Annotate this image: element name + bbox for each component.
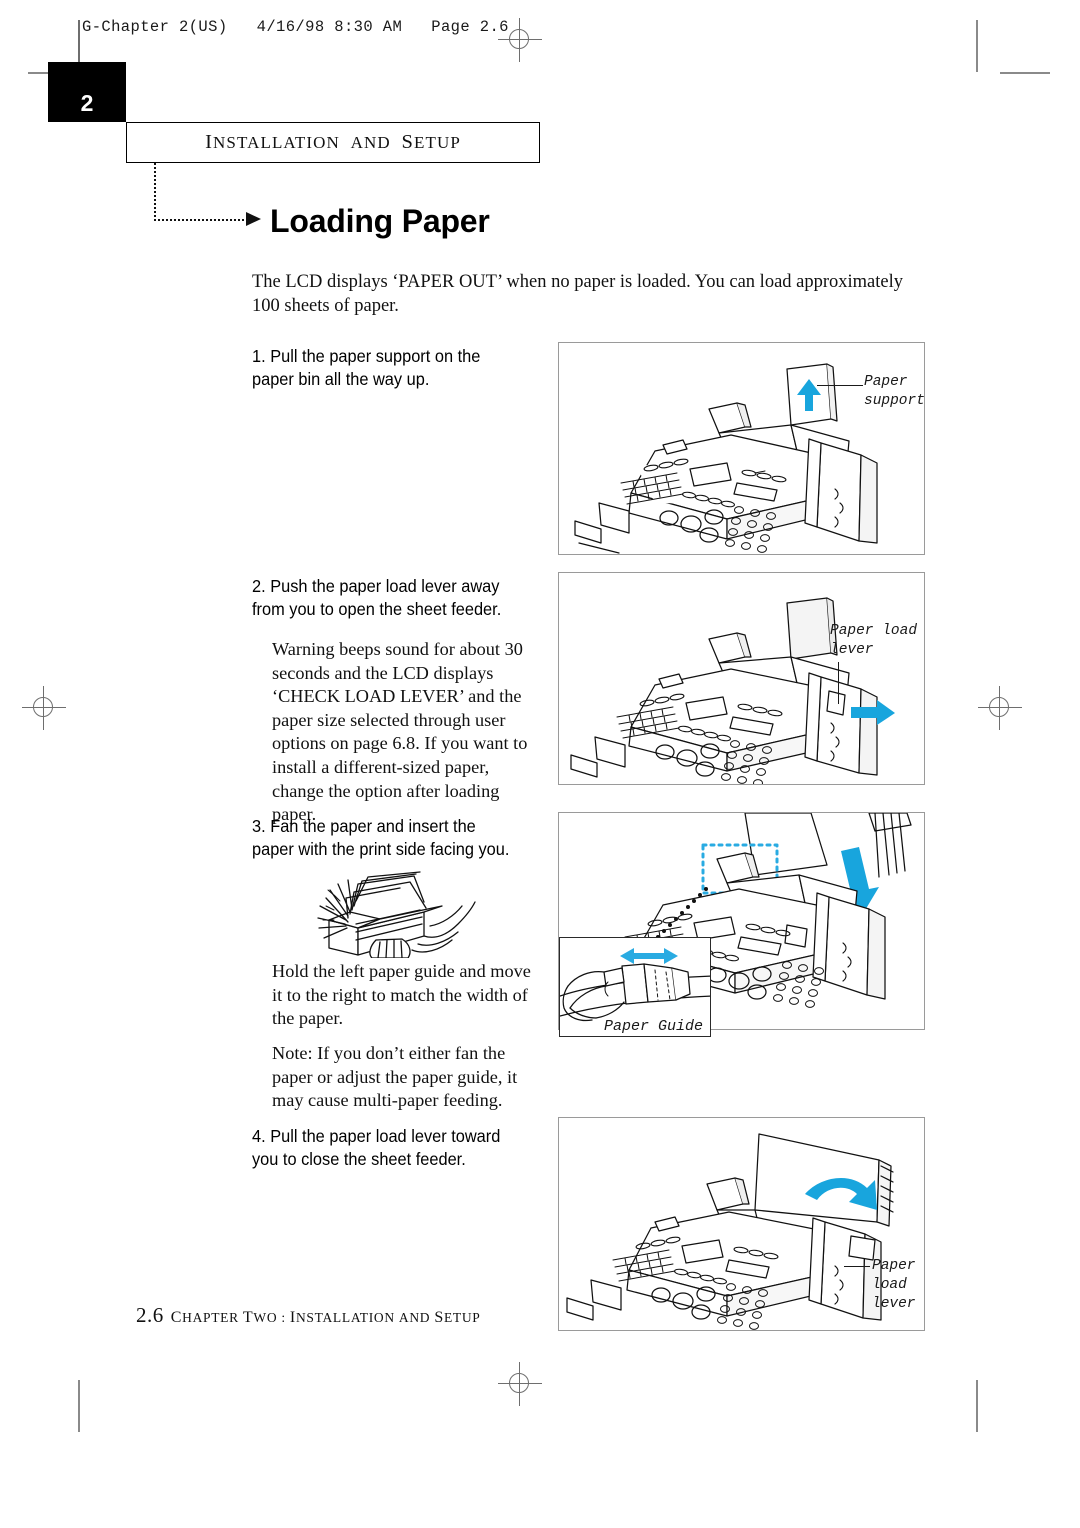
crop-mark-bottom-left-vertical — [78, 1380, 80, 1432]
step-3-body: Hold the left paper guide and move it to… — [272, 961, 531, 1029]
running-head-part2: AND — [350, 133, 391, 152]
chapter-tab: 2 — [48, 62, 126, 122]
step-4-number: 4. — [252, 1126, 266, 1146]
running-head-part1-rest: NSTALLATION — [213, 133, 340, 152]
page-footer: 2.6 CHAPTER TWO : INSTALLATION AND SETUP — [136, 1303, 481, 1328]
fan-paper-illustration — [296, 862, 476, 959]
title-leader-horizontal — [154, 219, 248, 221]
registration-mark-right — [978, 686, 1022, 730]
running-head-part3-rest: ETUP — [414, 133, 461, 152]
footer-chapter-line: CHAPTER TWO : INSTALLATION AND SETUP — [170, 1309, 481, 1326]
title-leader-vertical — [154, 163, 156, 221]
footer-c5-rest: ETUP — [443, 1310, 481, 1325]
step-3: 3. Fan the paper and insert the paper wi… — [252, 815, 522, 860]
crop-mark-top-right-horizontal — [1000, 72, 1050, 74]
figure-4-callout-leader-line — [844, 1266, 870, 1268]
step-2-text: Push the paper load lever away from you … — [252, 576, 502, 619]
step-2: 2. Push the paper load lever away from y… — [252, 575, 522, 620]
registration-mark-left — [22, 686, 66, 730]
footer-colon: : — [281, 1310, 286, 1325]
running-head-part3-cap: S — [401, 131, 414, 153]
figure-1-callout-leader-line — [817, 385, 863, 387]
footer-folio: 2.6 — [136, 1303, 164, 1327]
step-1-text: Pull the paper support on the paper bin … — [252, 346, 481, 389]
print-slug: G-Chapter 2(US) 4/16/98 8:30 AM Page 2.6 — [82, 18, 509, 36]
footer-c1-rest: HAPTER — [182, 1310, 239, 1325]
figure-2-callout-leader-line — [838, 662, 840, 704]
figure-4-callout-paper-load-lever: Paper load lever — [872, 1258, 916, 1312]
chapter-number: 2 — [80, 90, 94, 116]
intro-paragraph: The LCD displays ‘PAPER OUT’ when no pap… — [252, 272, 904, 316]
footer-c4: AND — [398, 1310, 431, 1325]
figure-panel-2 — [558, 572, 925, 785]
figure-panel-4 — [558, 1117, 925, 1331]
step-2-number: 2. — [252, 576, 266, 596]
figure-3-inset-callout-paper-guide: Paper Guide — [604, 1018, 704, 1035]
footer-c5-cap: S — [434, 1309, 444, 1326]
step-2-body: Warning beeps sound for about 30 seconds… — [272, 639, 528, 825]
registration-mark-bottom — [498, 1362, 542, 1406]
step-3-number: 3. — [252, 816, 266, 836]
running-head-part1-cap: I — [205, 131, 214, 153]
figure-1-callout-paper-support: Paper support — [864, 374, 925, 409]
step-3-note: Note: If you don’t either fan the paper … — [272, 1043, 518, 1111]
running-head-text: INSTALLATION AND SETUP — [205, 131, 461, 154]
figure-2-callout-paper-load-lever: Paper load lever — [830, 623, 918, 658]
step-1: 1. Pull the paper support on the paper b… — [252, 345, 522, 390]
page-title: Loading Paper — [270, 203, 490, 239]
running-head-box: INSTALLATION AND SETUP — [126, 122, 540, 163]
footer-c3-rest: NSTALLATION — [295, 1310, 395, 1325]
footer-c2-cap: T — [242, 1309, 254, 1326]
step-3-text: Fan the paper and insert the paper with … — [252, 816, 510, 859]
step-1-number: 1. — [252, 346, 266, 366]
title-leader-arrow-icon — [246, 212, 261, 226]
footer-c2-rest: WO — [253, 1310, 278, 1325]
step-4-text: Pull the paper load lever toward you to … — [252, 1126, 501, 1169]
crop-mark-bottom-right-vertical — [976, 1380, 978, 1432]
step-4: 4. Pull the paper load lever toward you … — [252, 1125, 522, 1170]
footer-c1-cap: C — [170, 1309, 183, 1326]
crop-mark-top-right-vertical — [976, 20, 978, 72]
